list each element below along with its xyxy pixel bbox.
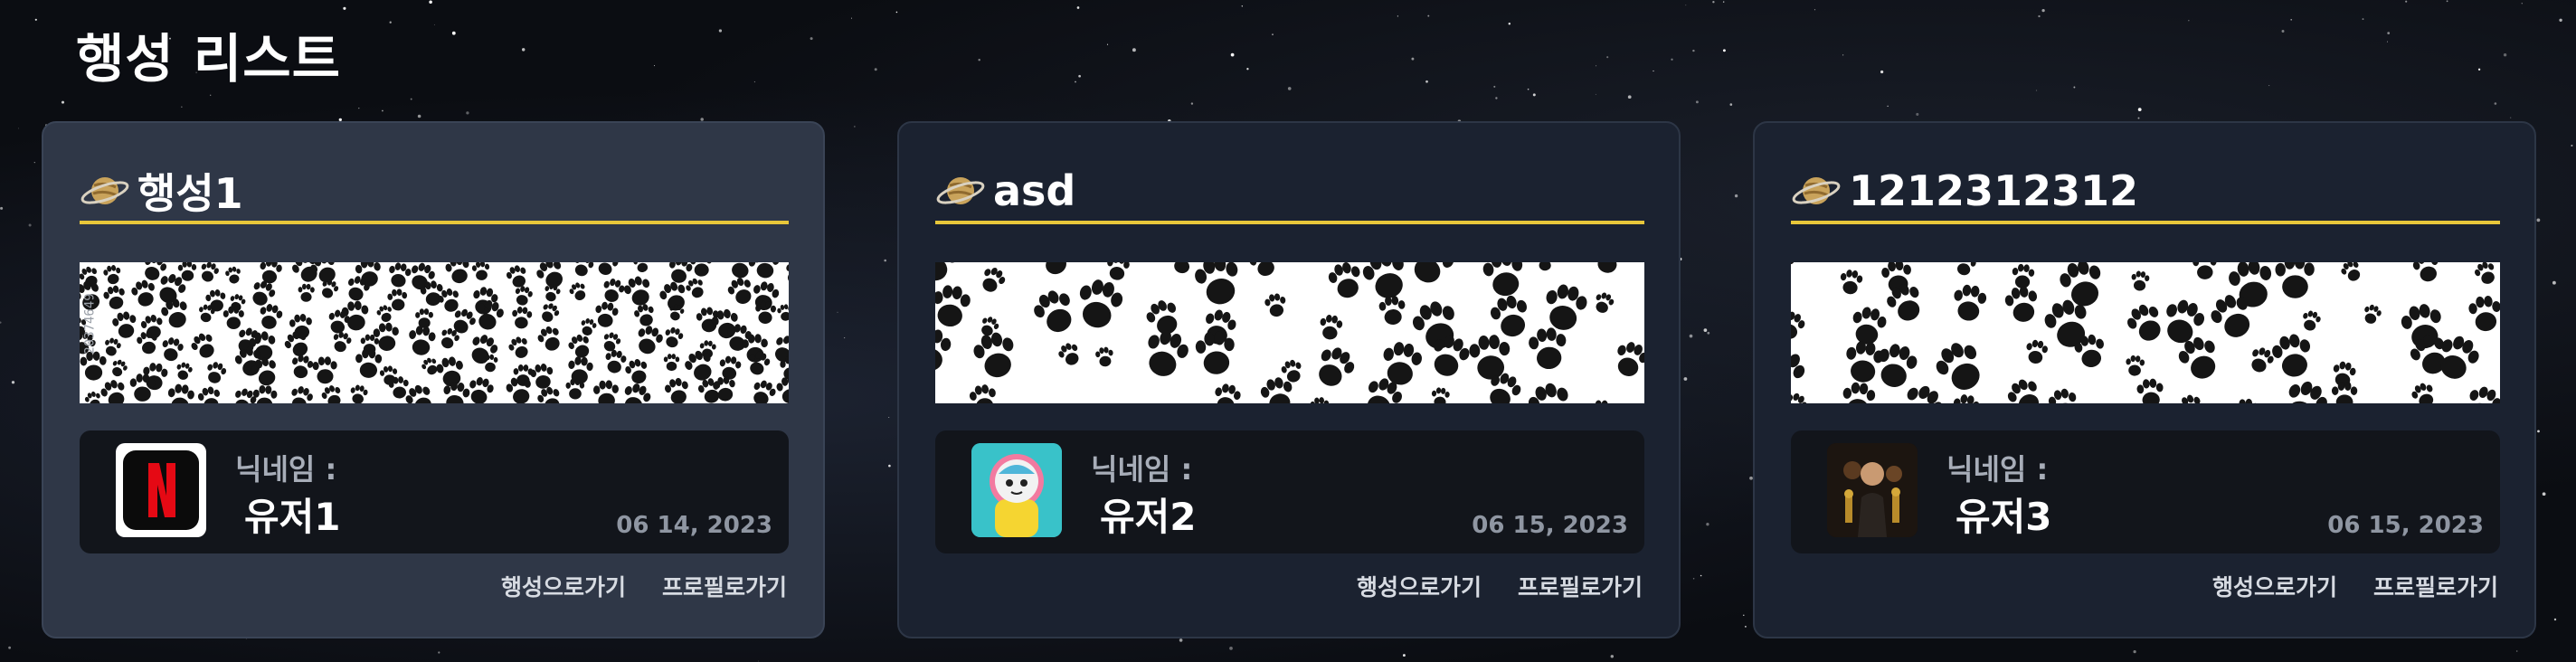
planet-card-1[interactable]: 행성1 20374649 닉네임 : 유저1 06 14, 2023 행성으로가… (42, 121, 825, 638)
go-profile-link[interactable]: 프로필로가기 (662, 570, 787, 602)
planet-card-header: 행성1 (80, 161, 789, 224)
card-actions: 행성으로가기 프로필로가기 (2212, 570, 2498, 602)
planet-title[interactable]: 1212312312 (1849, 166, 2138, 215)
user-avatar[interactable] (971, 443, 1062, 537)
created-date: 06 15, 2023 (1472, 512, 1628, 539)
user-info-box: 닉네임 : 유저2 06 15, 2023 (935, 430, 1644, 553)
card-actions: 행성으로가기 프로필로가기 (1357, 570, 1643, 602)
planet-icon (80, 177, 129, 204)
card-actions: 행성으로가기 프로필로가기 (501, 570, 787, 602)
go-planet-link[interactable]: 행성으로가기 (501, 570, 626, 602)
planet-icon (936, 177, 985, 204)
planet-banner-image: 20374649 (80, 262, 789, 403)
user-name: 유저3 (1956, 495, 2052, 539)
planet-title[interactable]: asd (993, 166, 1075, 215)
planet-card-3[interactable]: 1212312312 닉네임 : 유저3 06 15, 2023 행성으로가기 … (1753, 121, 2536, 638)
user-name: 유저2 (1100, 495, 1197, 539)
go-profile-link[interactable]: 프로필로가기 (1518, 570, 1643, 602)
go-planet-link[interactable]: 행성으로가기 (2212, 570, 2337, 602)
user-info-box: 닉네임 : 유저3 06 15, 2023 (1791, 430, 2500, 553)
planet-icon (1792, 177, 1841, 204)
nickname-label: 닉네임 : (1946, 452, 2049, 487)
planet-banner-image (1791, 262, 2500, 403)
nickname-label: 닉네임 : (1091, 452, 1193, 487)
planet-card-header: 1212312312 (1791, 161, 2500, 224)
go-profile-link[interactable]: 프로필로가기 (2373, 570, 2498, 602)
created-date: 06 14, 2023 (616, 512, 772, 539)
user-name: 유저1 (244, 495, 341, 539)
page-title: 행성 리스트 (76, 28, 341, 90)
planet-banner-image (935, 262, 1644, 403)
created-date: 06 15, 2023 (2327, 512, 2484, 539)
banner-watermark-text: 20374649 (82, 293, 98, 355)
go-planet-link[interactable]: 행성으로가기 (1357, 570, 1482, 602)
planet-card-2[interactable]: asd 닉네임 : 유저2 06 15, 2023 행성으로가기 프로필로가기 (897, 121, 1681, 638)
nickname-label: 닉네임 : (235, 452, 337, 487)
planet-title[interactable]: 행성1 (137, 161, 243, 221)
user-avatar[interactable] (1827, 443, 1918, 537)
user-avatar[interactable] (116, 443, 206, 537)
planet-card-header: asd (935, 161, 1644, 224)
user-info-box: 닉네임 : 유저1 06 14, 2023 (80, 430, 789, 553)
